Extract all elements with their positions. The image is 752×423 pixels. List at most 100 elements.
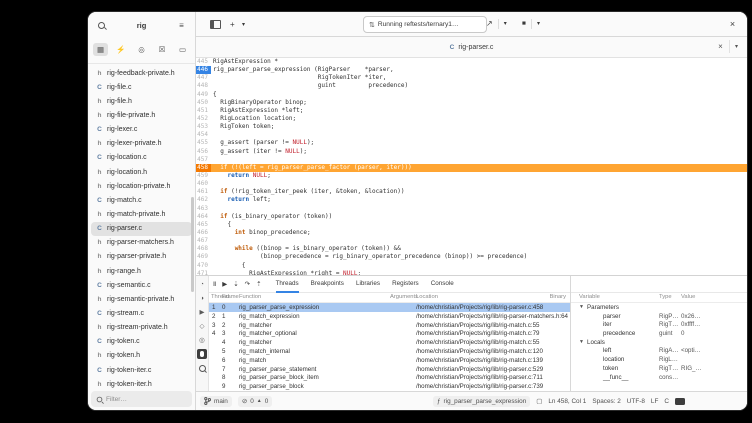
expander-icon[interactable]: ▼	[579, 304, 584, 310]
tab-breakpoints[interactable]: Breakpoints	[311, 276, 344, 293]
diagnostics-button[interactable]: ⊘0 ▲0	[238, 396, 272, 407]
line-number-gutter[interactable]: 450	[196, 99, 211, 107]
stack-frame-row[interactable]: 5rig_match_internal/home/christian/Proje…	[209, 347, 570, 356]
line-number-gutter[interactable]: 467	[196, 237, 211, 245]
tab-libraries[interactable]: Libraries	[356, 276, 380, 293]
tab-rig-parser[interactable]: C rig-parser.c	[450, 44, 494, 51]
line-number-gutter[interactable]: 452	[196, 115, 211, 123]
sidebar-scrollbar[interactable]	[191, 197, 194, 292]
line-number-gutter[interactable]: 461	[196, 188, 211, 196]
variable-row[interactable]: iterRigT…0xffff…	[571, 320, 747, 329]
new-tab-chevron-icon[interactable]: ▾	[240, 12, 247, 36]
variable-row[interactable]: tokenRigT…RIG_…	[571, 364, 747, 373]
file-row[interactable]: hrig-range.h	[88, 264, 195, 278]
step-out-icon[interactable]: ⇡	[256, 280, 261, 288]
expander-icon[interactable]: ▼	[579, 339, 584, 345]
file-row[interactable]: Crig-location.c	[88, 151, 195, 165]
variable-group-row[interactable]: ▼Locals	[571, 338, 747, 347]
variable-row[interactable]: parserRigP…0x26…	[571, 312, 747, 321]
tab-registers[interactable]: Registers	[392, 276, 419, 293]
line-number-gutter[interactable]: 466	[196, 229, 211, 237]
line-number-gutter[interactable]: 447	[196, 74, 211, 82]
stack-frame-row[interactable]: 8rig_parser_parse_block_item/home/christ…	[209, 373, 570, 382]
file-row[interactable]: hrig-parser-private.h	[88, 250, 195, 264]
grid-icon[interactable]: ▦	[93, 43, 108, 56]
stack-frame-row[interactable]: 10rig_parser_parse_expression/home/chris…	[209, 303, 570, 312]
stack-frame-row[interactable]: 7rig_parser_parse_statement/home/christi…	[209, 365, 570, 374]
omnibar-button[interactable]: ⇅ Running reftests/ternary1…	[363, 16, 487, 33]
filter-input[interactable]: Filter…	[91, 391, 192, 407]
file-row[interactable]: hrig-parser-matchers.h	[88, 236, 195, 250]
file-row[interactable]: hrig-lexer-private.h	[88, 137, 195, 151]
cursor-position[interactable]: Ln 458, Col 1	[548, 398, 586, 405]
line-number-gutter[interactable]: 451	[196, 107, 211, 115]
file-row[interactable]: Crig-parser.c	[91, 222, 192, 236]
file-row[interactable]: hrig-stream-private.h	[88, 321, 195, 335]
todo-icon[interactable]: ◔	[197, 279, 207, 289]
run-button[interactable]: ↗	[484, 19, 495, 28]
tab-threads[interactable]: Threads	[276, 276, 299, 293]
chat-icon[interactable]: ▭	[175, 43, 190, 56]
tests-icon[interactable]: ◇	[197, 321, 207, 331]
target-icon[interactable]: ◎	[134, 43, 149, 56]
run-chevron-icon[interactable]: ▾	[502, 20, 509, 27]
search-panel-icon[interactable]	[197, 363, 207, 373]
line-number-gutter[interactable]: 458	[196, 164, 211, 172]
package-icon[interactable]: ☒	[155, 43, 170, 56]
file-row[interactable]: Crig-token-iter.c	[88, 363, 195, 377]
line-number-gutter[interactable]: 453	[196, 123, 211, 131]
settings-icon[interactable]: ◎	[197, 335, 207, 345]
variable-row[interactable]: locationRigL…	[571, 355, 747, 364]
file-row[interactable]: Crig-token.c	[88, 335, 195, 349]
line-ending[interactable]: LF	[651, 398, 658, 405]
file-row[interactable]: hrig-match-private.h	[88, 207, 195, 221]
file-row[interactable]: hrig-feedback-private.h	[88, 66, 195, 80]
search-icon[interactable]	[94, 19, 109, 32]
file-row[interactable]: hrig-location.h	[88, 165, 195, 179]
line-number-gutter[interactable]: 464	[196, 213, 211, 221]
continue-icon[interactable]: ▶	[222, 280, 227, 288]
file-row[interactable]: hrig-location-private.h	[88, 179, 195, 193]
file-row[interactable]: Crig-lexer.c	[88, 123, 195, 137]
file-row[interactable]: Crig-match.c	[88, 193, 195, 207]
line-number-gutter[interactable]: 468	[196, 245, 211, 253]
stack-frame-row[interactable]: 9rig_parser_parse_block/home/christian/P…	[209, 382, 570, 391]
stack-frame-row[interactable]: 43rig_matcher_optional/home/christian/Pr…	[209, 329, 570, 338]
code-editor[interactable]: 445RigAstExpression *446rig_parser_parse…	[196, 58, 747, 275]
encoding[interactable]: UTF-8	[627, 398, 645, 405]
line-number-gutter[interactable]: 456	[196, 148, 211, 156]
line-number-gutter[interactable]: 462	[196, 196, 211, 204]
file-row[interactable]: hrig-token.h	[88, 349, 195, 363]
line-number-gutter[interactable]: 459	[196, 172, 211, 180]
run-output-icon[interactable]: ▶	[197, 307, 207, 317]
stack-frame-row[interactable]: 6rig_match/home/christian/Projects/rig/l…	[209, 356, 570, 365]
language-mode[interactable]: C	[664, 398, 669, 405]
run-icon[interactable]: ⚡	[114, 43, 129, 56]
line-number-gutter[interactable]: 446	[196, 66, 211, 74]
line-number-gutter[interactable]: 460	[196, 180, 211, 188]
line-number-gutter[interactable]: 463	[196, 205, 211, 213]
file-row[interactable]: hrig-token-iter.h	[88, 377, 195, 388]
variable-group-row[interactable]: ▼Parameters	[571, 303, 747, 312]
line-number-gutter[interactable]: 469	[196, 253, 211, 261]
branch-button[interactable]: main	[200, 396, 232, 407]
line-number-gutter[interactable]: 449	[196, 91, 211, 99]
history-icon[interactable]: ◑	[197, 293, 207, 303]
file-row[interactable]: Crig-semantic.c	[88, 278, 195, 292]
variable-row[interactable]: __func__cons…	[571, 373, 747, 382]
current-symbol-button[interactable]: ƒ rig_parser_parse_expression	[433, 396, 530, 407]
line-number-gutter[interactable]: 465	[196, 221, 211, 229]
tab-chevron-icon[interactable]: ▾	[729, 40, 743, 53]
file-row[interactable]: hrig-file.h	[88, 94, 195, 108]
window-close-button[interactable]: ×	[725, 16, 740, 31]
step-over-icon[interactable]: ↷	[245, 280, 250, 288]
stack-frame-row[interactable]: 4rig_matcher/home/christian/Projects/rig…	[209, 338, 570, 347]
file-row[interactable]: hrig-semantic-private.h	[88, 292, 195, 306]
line-number-gutter[interactable]: 448	[196, 82, 211, 90]
variable-row[interactable]: leftRigA…<opti…	[571, 346, 747, 355]
line-number-gutter[interactable]: 445	[196, 58, 211, 66]
layout-icon[interactable]: ▢	[536, 397, 542, 405]
tab-close-button[interactable]: ×	[714, 40, 727, 53]
stop-button[interactable]: ■	[520, 20, 528, 27]
panel-visibility-toggle[interactable]	[675, 398, 685, 405]
